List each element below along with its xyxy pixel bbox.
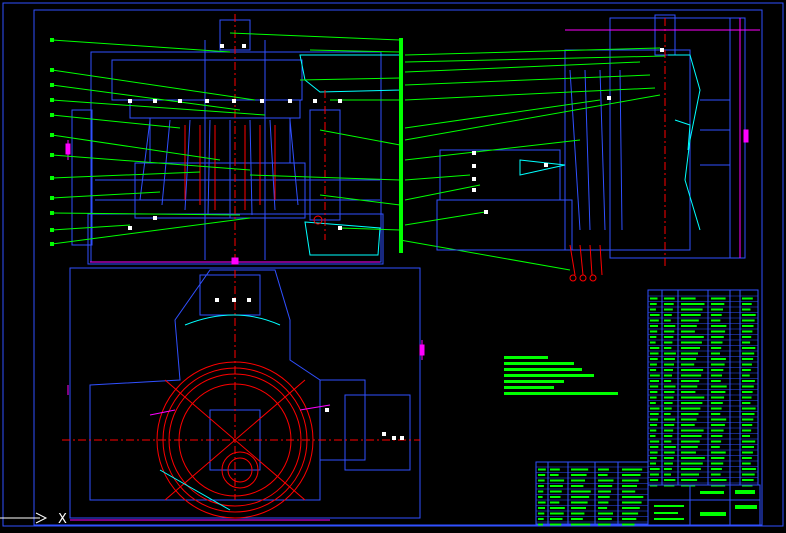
ucs-x-axis-label: X [58,512,67,527]
side-leader-lines [404,47,666,226]
ucs-icon [0,512,48,524]
front-elevation-red-details [184,14,326,262]
front-elevation-view [71,19,401,265]
side-dimensions [565,18,760,258]
plan-cyan-guard [159,314,281,511]
parts-list-rows [648,295,758,484]
front-elevation-dimensions [65,140,380,265]
side-section-cyan-liner [668,54,701,231]
technical-notes-block [504,356,618,395]
cad-drawing-canvas[interactable]: X [0,0,786,533]
parts-list-lower-text [538,468,644,526]
side-annotation-dots [472,48,664,214]
plan-white-dots [215,298,404,440]
plan-view [62,267,421,519]
parts-list-lower-table [535,461,649,525]
side-section-view [436,14,746,259]
title-block-text [654,490,757,520]
